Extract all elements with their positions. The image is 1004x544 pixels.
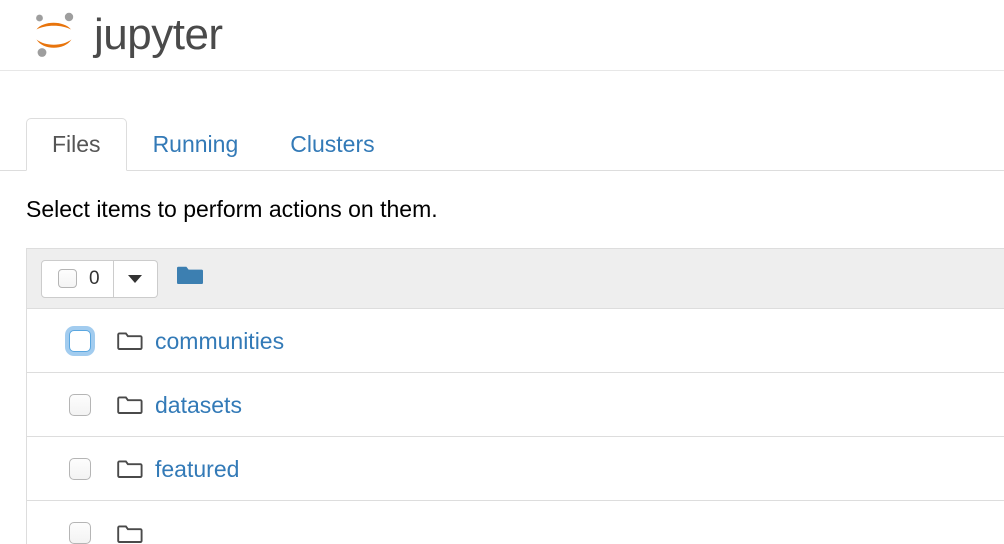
folder-outline-icon bbox=[117, 330, 143, 351]
table-row[interactable] bbox=[27, 501, 1004, 544]
tab-bar: Files Running Clusters bbox=[0, 118, 1004, 171]
selected-count: 0 bbox=[89, 268, 100, 289]
tab-files[interactable]: Files bbox=[26, 118, 127, 171]
folder-outline-icon bbox=[117, 523, 143, 544]
folder-filled-icon bbox=[176, 265, 204, 292]
select-all-checkbox-icon[interactable] bbox=[58, 269, 77, 288]
table-row[interactable]: datasets bbox=[27, 373, 1004, 437]
row-checkbox[interactable] bbox=[69, 457, 91, 480]
tab-running[interactable]: Running bbox=[127, 118, 265, 171]
selection-dropdown-button[interactable] bbox=[113, 259, 158, 298]
row-checkbox[interactable] bbox=[69, 393, 91, 416]
jupyter-logo-icon bbox=[26, 7, 82, 63]
table-row[interactable]: communities bbox=[27, 309, 1004, 373]
brand-name: jupyter bbox=[94, 10, 223, 59]
file-name-link[interactable]: communities bbox=[155, 327, 284, 355]
jupyter-brand-link[interactable]: jupyter bbox=[26, 4, 223, 66]
folder-outline-icon bbox=[117, 458, 143, 479]
file-name-link[interactable]: featured bbox=[155, 455, 239, 483]
page-header: jupyter bbox=[0, 0, 1004, 71]
file-list: 0 communities datasets featured bbox=[26, 248, 1004, 544]
folder-outline-icon bbox=[117, 394, 143, 415]
tab-clusters[interactable]: Clusters bbox=[264, 118, 400, 171]
select-all-button[interactable]: 0 bbox=[41, 259, 114, 298]
file-list-toolbar: 0 bbox=[27, 249, 1004, 309]
row-checkbox[interactable] bbox=[69, 329, 91, 352]
selection-notice: Select items to perform actions on them. bbox=[26, 196, 438, 222]
tab-bar-wrapper: Files Running Clusters bbox=[0, 118, 1004, 171]
row-checkbox[interactable] bbox=[69, 522, 91, 544]
chevron-down-icon bbox=[128, 274, 143, 283]
file-name-link[interactable]: datasets bbox=[155, 391, 242, 419]
table-row[interactable]: featured bbox=[27, 437, 1004, 501]
select-all-button-group: 0 bbox=[41, 259, 158, 298]
new-folder-button[interactable] bbox=[176, 265, 204, 292]
